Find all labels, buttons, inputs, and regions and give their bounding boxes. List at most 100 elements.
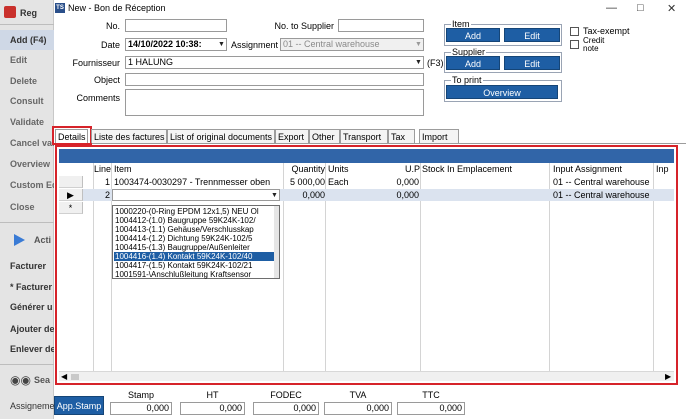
fodec-value: 0,000 bbox=[253, 402, 319, 415]
sidebar-facturer-star-button[interactable]: * Facturer bbox=[0, 277, 54, 297]
chevron-down-icon[interactable]: ▼ bbox=[414, 39, 423, 50]
item-add-button[interactable]: Add bbox=[446, 28, 500, 42]
tva-label: TVA bbox=[349, 390, 367, 400]
assignment-value: 01 -- Central warehouse bbox=[283, 39, 380, 49]
tax-exempt-checkbox[interactable] bbox=[570, 27, 579, 36]
supplier-edit-button[interactable]: Edit bbox=[504, 56, 560, 70]
list-item[interactable]: 1004417-(1.5) Kontakt 59K24K-102/21 bbox=[114, 261, 274, 270]
list-item[interactable]: 1001591-\Anschlußleitung Kraftsensor bbox=[114, 270, 274, 279]
row-quantity[interactable]: 5 000,00 bbox=[283, 177, 325, 188]
credit-note-label: Credit note bbox=[583, 37, 604, 53]
no-label: No. bbox=[105, 21, 120, 31]
comments-textarea[interactable] bbox=[125, 89, 424, 116]
row-assignment[interactable]: 01 -- Central warehouse bbox=[553, 190, 653, 201]
sidebar-enlever-button[interactable]: Enlever de bbox=[0, 339, 54, 359]
horizontal-scrollbar[interactable]: ◀ ▶ bbox=[59, 371, 674, 381]
row-unit-price[interactable]: 0,000 bbox=[387, 177, 419, 188]
column-header-units[interactable]: Units bbox=[328, 164, 388, 175]
list-item[interactable]: 1000220-(0-Ring EPDM 12x1,5) NEU Ol bbox=[114, 207, 274, 216]
column-header-line[interactable]: Line bbox=[94, 164, 111, 175]
column-header-stock-emplacement[interactable]: Stock In Emplacement bbox=[422, 164, 547, 175]
row-stock[interactable] bbox=[422, 177, 547, 188]
row-header-current[interactable]: ▶ bbox=[59, 189, 83, 201]
list-item[interactable]: 1004412-(1.0) Baugruppe 59K24K-102/ bbox=[114, 216, 274, 225]
list-item[interactable]: 1004415-(1.3) Baugruppe/Außenleiter bbox=[114, 243, 274, 252]
item-combobox[interactable]: ▼ bbox=[112, 189, 280, 201]
column-header-item[interactable]: Item bbox=[114, 164, 274, 175]
sidebar-edit-button[interactable]: Edit bbox=[0, 50, 54, 70]
ht-value: 0,000 bbox=[180, 402, 245, 415]
chevron-down-icon[interactable]: ▼ bbox=[414, 57, 423, 68]
minimize-icon[interactable]: — bbox=[606, 2, 617, 14]
sidebar-generer-button[interactable]: Générer u bbox=[0, 297, 54, 317]
no-supplier-input[interactable] bbox=[338, 19, 424, 32]
list-item[interactable]: 1004413-(1.1) Gehäuse/Verschlusskap bbox=[114, 225, 274, 234]
row-units[interactable] bbox=[328, 190, 388, 201]
row-assignment[interactable]: 01 -- Central warehouse bbox=[553, 177, 653, 188]
tab-liste-des-factures[interactable]: Liste des factures bbox=[91, 129, 167, 143]
sidebar-add-button[interactable]: Add (F4) bbox=[0, 30, 54, 50]
column-header-unit-price[interactable]: U.P bbox=[392, 164, 420, 175]
maximize-icon[interactable]: □ bbox=[637, 2, 644, 14]
row-item[interactable]: 1003474-0030297 - Trennmesser oben bbox=[114, 177, 282, 188]
app-stamp-button[interactable]: App.Stamp bbox=[54, 396, 104, 415]
sidebar-ajouter-button[interactable]: Ajouter de bbox=[0, 319, 54, 339]
sidebar-consult-button[interactable]: Consult bbox=[0, 91, 54, 111]
row-line: 1 bbox=[104, 177, 110, 187]
window-title: New - Bon de Réception bbox=[68, 3, 166, 13]
tab-export[interactable]: Export bbox=[275, 129, 309, 143]
new-row-marker[interactable]: * bbox=[59, 202, 83, 214]
chevron-down-icon[interactable]: ▼ bbox=[217, 39, 226, 50]
credit-note-label-line2: note bbox=[583, 44, 599, 53]
dropdown-scrollbar[interactable] bbox=[274, 206, 279, 278]
no-supplier-label: No. to Supplier bbox=[274, 21, 334, 31]
tab-other[interactable]: Other bbox=[309, 129, 340, 143]
sidebar-validate-button[interactable]: Validate bbox=[0, 112, 54, 132]
sidebar-assignment-label: Assigneme bbox=[10, 401, 54, 411]
item-dropdown-list[interactable]: 1000220-(0-Ring EPDM 12x1,5) NEU Ol 1004… bbox=[112, 205, 280, 279]
sidebar-overview-button[interactable]: Overview bbox=[0, 154, 54, 174]
row-units[interactable]: Each bbox=[328, 177, 388, 188]
no-input[interactable] bbox=[125, 19, 227, 32]
assignment-select[interactable]: 01 -- Central warehouse ▼ bbox=[280, 38, 424, 51]
sidebar-custom-edit-button[interactable]: Custom Ed bbox=[0, 175, 54, 195]
column-header-quantity[interactable]: Quantity bbox=[283, 164, 325, 175]
supplier-add-button[interactable]: Add bbox=[446, 56, 500, 70]
close-icon[interactable]: ✕ bbox=[667, 2, 676, 15]
sidebar-cancel-validation-button[interactable]: Cancel val bbox=[0, 133, 54, 153]
list-item-selected[interactable]: 1004416-(1.4) Kontakt 59K24K-102/40 bbox=[114, 252, 274, 261]
ttc-label: TTC bbox=[422, 390, 440, 400]
credit-note-checkbox[interactable] bbox=[570, 40, 579, 49]
list-item[interactable]: 1004414-(1.2) Dichtung 59K24K-102/5 bbox=[114, 234, 274, 243]
item-edit-button[interactable]: Edit bbox=[504, 28, 560, 42]
f3-hint: (F3) bbox=[427, 58, 444, 68]
chevron-down-icon[interactable]: ▼ bbox=[270, 190, 279, 200]
scroll-thumb[interactable] bbox=[71, 374, 79, 380]
object-label: Object bbox=[93, 75, 120, 85]
sidebar-delete-button[interactable]: Delete bbox=[0, 71, 54, 91]
sidebar-close-button[interactable]: Close bbox=[0, 197, 54, 217]
grid-group-header bbox=[59, 149, 674, 163]
sidebar-search-label: Sea bbox=[34, 375, 51, 385]
row-stock[interactable] bbox=[422, 190, 547, 201]
scroll-left-icon[interactable]: ◀ bbox=[61, 372, 67, 381]
row-header[interactable] bbox=[59, 176, 83, 188]
tab-original-documents[interactable]: List of original documents bbox=[167, 129, 275, 143]
fournisseur-select[interactable]: 1 HALUNG ▼ bbox=[125, 56, 424, 69]
object-input[interactable] bbox=[125, 73, 424, 86]
tab-tax[interactable]: Tax bbox=[388, 129, 415, 143]
tab-transport[interactable]: Transport bbox=[340, 129, 388, 143]
scroll-right-icon[interactable]: ▶ bbox=[665, 372, 671, 381]
row-quantity[interactable]: 0,000 bbox=[283, 190, 325, 201]
ht-label: HT bbox=[206, 390, 219, 400]
left-sidebar: Reg Add (F4) Edit Delete Consult Validat… bbox=[0, 0, 54, 419]
sidebar-facturer-button[interactable]: Facturer bbox=[0, 256, 54, 276]
row-unit-price[interactable]: 0,000 bbox=[387, 190, 419, 201]
overview-button[interactable]: Overview bbox=[446, 85, 558, 99]
app-badge: TS bbox=[55, 3, 65, 13]
tab-import[interactable]: Import bbox=[419, 129, 459, 143]
column-header-input-assignment[interactable]: Input Assignment bbox=[553, 164, 653, 175]
title-bar: TS New - Bon de Réception — □ ✕ bbox=[54, 0, 689, 17]
date-picker[interactable]: 14/10/2022 10:38: ▼ bbox=[125, 38, 227, 51]
column-header-inp[interactable]: Inp bbox=[656, 164, 676, 175]
